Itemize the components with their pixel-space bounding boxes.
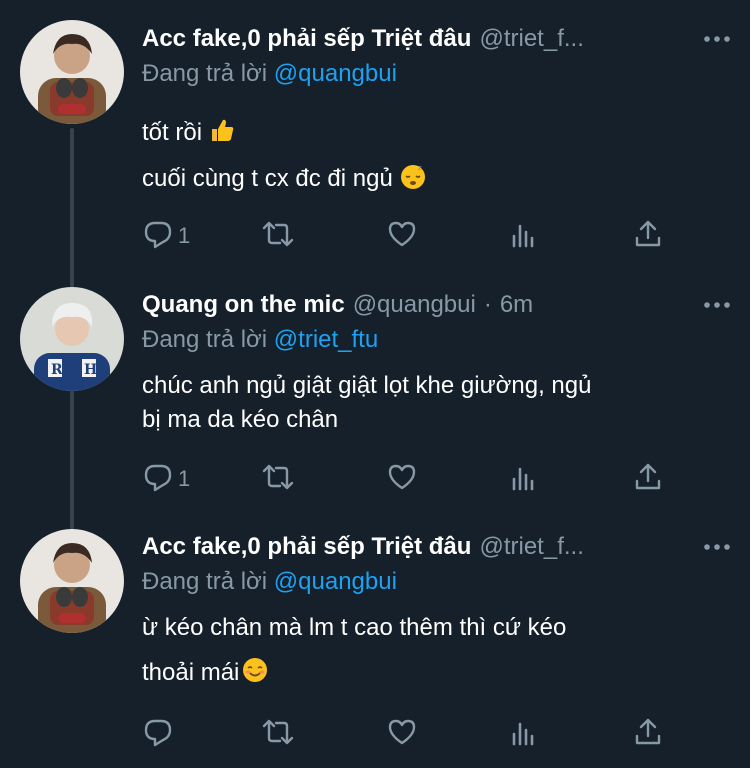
- smiling-face-emoji: [241, 656, 269, 691]
- reply-button[interactable]: [142, 717, 178, 751]
- like-button[interactable]: [386, 717, 418, 751]
- tweet-text-line: ừ kéo chân mà lm t cao thêm thì cứ kéo: [142, 614, 566, 642]
- tweet-text: thoải mái: [142, 659, 240, 686]
- tweet[interactable]: Acc fake,0 phải sếp Triệt đâu @triet_f..…: [0, 0, 750, 768]
- tweet-actions: [142, 717, 672, 751]
- retweet-button[interactable]: [260, 717, 296, 751]
- stats-button[interactable]: [508, 717, 540, 751]
- tweet-header: Acc fake,0 phải sếp Triệt đâu @triet_f..…: [142, 530, 730, 564]
- avatar[interactable]: [20, 529, 124, 633]
- handle[interactable]: @triet_f...: [479, 533, 583, 561]
- like-icon: [386, 716, 418, 753]
- display-name[interactable]: Acc fake,0 phải sếp Triệt đâu: [142, 533, 471, 561]
- tweet-text: ừ kéo chân mà lm t cao thêm thì cứ kéo: [142, 614, 567, 641]
- stats-icon: [508, 716, 540, 753]
- reply-icon: [142, 716, 174, 753]
- replying-to: Đang trả lời @quangbui: [142, 568, 397, 596]
- share-button[interactable]: [632, 717, 664, 751]
- replying-prefix: Đang trả lời: [142, 568, 274, 595]
- more-icon[interactable]: [690, 530, 730, 564]
- retweet-icon: [260, 716, 296, 753]
- mention-link[interactable]: @quangbui: [274, 568, 397, 595]
- tweet-text-line: thoải mái: [142, 656, 269, 691]
- share-icon: [632, 716, 664, 753]
